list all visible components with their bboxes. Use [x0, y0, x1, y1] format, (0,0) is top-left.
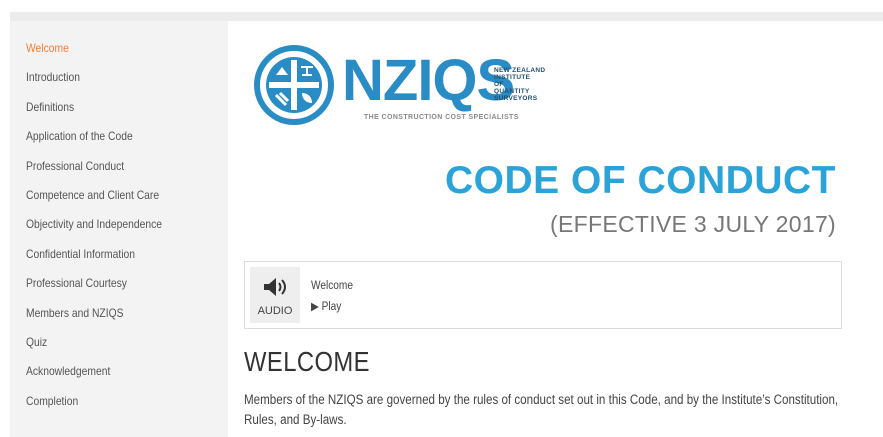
sidebar-item-members-and-nziqs[interactable]: Members and NZIQS [26, 299, 162, 328]
section-body: Members of the NZIQS are governed by the… [244, 392, 839, 427]
play-button[interactable]: ▶ Play [311, 299, 341, 313]
sidebar-nav: Welcome Introduction Definitions Applicatio… [26, 34, 184, 416]
sidebar-item-competence-and-client-care[interactable]: Competence and Client Care [26, 181, 162, 210]
logo-wordmark: NZIQS [342, 48, 515, 113]
main-content: NZIQS NEW ZEALAND INSTITUTE OF QUANTITY SURV… [228, 21, 883, 437]
audio-track-title: Welcome [311, 280, 353, 292]
logo-side-line: NEW ZEALAND [494, 67, 546, 74]
sidebar-item-application-of-the-code[interactable]: Application of the Code [26, 122, 162, 151]
sidebar-item-acknowledgement[interactable]: Acknowledgement [26, 357, 162, 386]
sidebar-item-confidential-information[interactable]: Confidential Information [26, 240, 162, 269]
sidebar-item-quiz[interactable]: Quiz [26, 328, 162, 357]
top-bar [10, 12, 883, 21]
logo-side-line: QUANTITY [494, 88, 530, 95]
nziqs-emblem-icon [254, 45, 334, 125]
logo-tagline: THE CONSTRUCTION COST SPECIALISTS [364, 114, 519, 121]
audio-label: AUDIO [257, 305, 293, 317]
sidebar-item-welcome[interactable]: Welcome [26, 34, 162, 63]
sidebar-item-objectivity-and-independence[interactable]: Objectivity and Independence [26, 210, 162, 239]
sidebar-item-introduction[interactable]: Introduction [26, 63, 162, 92]
audio-tile: AUDIO [250, 267, 300, 323]
sidebar-item-definitions[interactable]: Definitions [26, 93, 162, 122]
audio-player: AUDIO Welcome ▶ Play [244, 261, 842, 329]
page-title: CODE OF CONDUCT [445, 159, 836, 202]
nziqs-logo: NZIQS NEW ZEALAND INSTITUTE OF QUANTITY SURV… [254, 45, 574, 127]
sidebar-item-professional-courtesy[interactable]: Professional Courtesy [26, 269, 162, 298]
logo-side-line: OF [494, 81, 504, 88]
logo-side-line: INSTITUTE [494, 74, 531, 81]
sidebar-item-professional-conduct[interactable]: Professional Conduct [26, 152, 162, 181]
sidebar-item-completion[interactable]: Completion [26, 387, 162, 416]
logo-side-line: SURVEYORS [494, 95, 538, 102]
speaker-icon [264, 278, 286, 296]
logo-institute-name: NEW ZEALAND INSTITUTE OF QUANTITY SURVEYORS [494, 67, 545, 102]
section-heading: WELCOME [244, 346, 370, 377]
page-subtitle: (EFFECTIVE 3 JULY 2017) [550, 211, 836, 237]
sidebar: Welcome Introduction Definitions Applicatio… [10, 21, 228, 437]
